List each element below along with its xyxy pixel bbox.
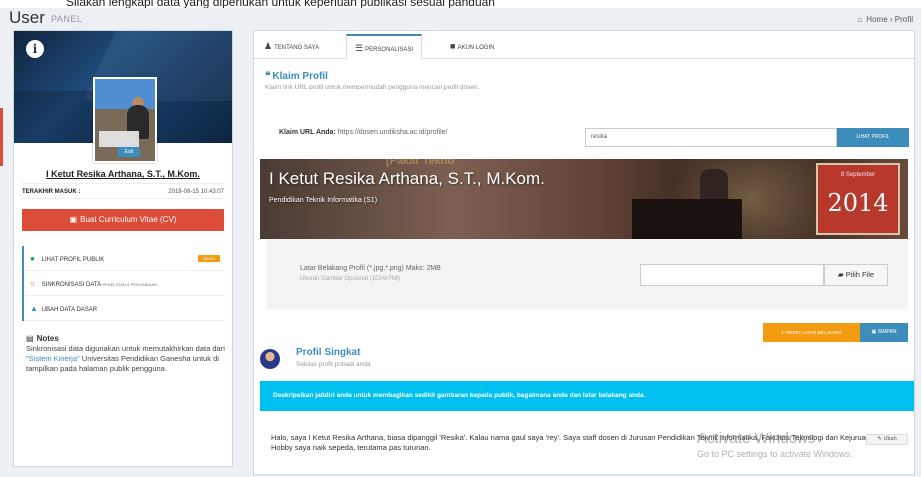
create-cv-label: Buat Curriculum Vitae (CV) [80, 215, 177, 224]
view-profile-button[interactable]: LIHAT PROFIL [837, 128, 909, 147]
file-path-input[interactable] [640, 264, 824, 286]
breadcrumb-home[interactable]: Home [866, 15, 887, 24]
background-upload-box: Latar Belakang Profil (*.jpg,*.png) Maks… [267, 239, 908, 309]
menu-item-edit-basic-data[interactable]: ▲ UBAH DATA DASAR [24, 296, 224, 321]
tab-personalisation[interactable]: ☰ PERSONALISASI [346, 34, 423, 59]
camera-icon: ▣ [69, 215, 78, 224]
last-login-row: TERAKHIR MASUK : 2018-08-15 10:43:07 [22, 183, 224, 199]
claim-url-prefix: https://dosen.undiksha.ac.id/profile/ [337, 129, 448, 136]
save-button[interactable]: ▣ SIMPAN [860, 323, 908, 342]
list-icon: ☰ [355, 43, 364, 53]
tab-bar: ♟ TENTANG SAYA ☰ PERSONALISASI ■ AKUN LOGIN [254, 31, 914, 59]
last-login-value: 2018-08-15 10:43:07 [168, 189, 224, 195]
lock-icon: ■ [450, 41, 456, 51]
top-strip: Silakan lengkapi data yang diperlukan un… [0, 0, 921, 8]
upload-hint: Ukuran Gambar Opsional (1024x768) [300, 276, 401, 282]
refresh-icon: ↻ [781, 330, 785, 335]
banner-signboard: 8 September 2014 [816, 163, 900, 235]
banner-department: Pendidikan Teknik Informatika (S1) [269, 197, 378, 204]
short-profile-title: Profil Singkat [296, 347, 361, 358]
menu-item-label: LIHAT PROFIL PUBLIK [41, 257, 105, 263]
personalisation-panel: ♟ TENTANG SAYA ☰ PERSONALISASI ■ AKUN LOGIN… [253, 30, 915, 475]
sync-icon: ○ [30, 279, 35, 288]
page-title: User [9, 8, 45, 27]
last-login-label: TERAKHIR MASUK : [22, 189, 81, 195]
edit-icon: ✎ [877, 436, 882, 442]
choose-file-button[interactable]: ▰ Pilih File [824, 264, 888, 286]
create-cv-button[interactable]: ▣ Buat Curriculum Vitae (CV) [22, 209, 224, 231]
banner-sign-year: 2014 [827, 189, 889, 217]
tab-login-account[interactable]: ■ AKUN LOGIN [450, 34, 494, 59]
save-label: SIMPAN [877, 329, 897, 335]
banner-background-text: [Pakar Tekno [386, 159, 455, 167]
photo-part [95, 79, 155, 109]
claim-profile-title-text: Klaim Profil [272, 71, 328, 82]
banner-name: I Ketut Resika Arthana, S.T., M.Kom. [269, 169, 545, 188]
page-header: User PANEL ⌂ Home › Profil [0, 8, 921, 30]
claim-url-label-text: Klaim URL Anda: [279, 129, 336, 136]
reset-background-button[interactable]: ↻ RESET LATAR BELAKANG [763, 323, 860, 342]
top-strip-text: Silakan lengkapi data yang diperlukan un… [66, 0, 495, 8]
description-callout: Deskripsikan jatidiri anda untuk membagi… [260, 381, 914, 411]
notes-box: ▤ Notes Sinkronisasi data digunakan untuk… [26, 334, 226, 374]
choose-file-label: Pilih File [845, 270, 875, 279]
page-subtitle: PANEL [51, 14, 83, 24]
quote-icon: ❝ [265, 71, 271, 82]
info-icon[interactable]: i [26, 40, 44, 58]
side-edge-mark [0, 108, 3, 166]
menu-item-label: SINKRONISASI DATA [41, 282, 101, 288]
file-icon: ▤ [26, 334, 34, 343]
claim-profile-subtitle: Klaim link URL profil untuk mempermudah … [265, 84, 480, 91]
folder-icon: ▰ [837, 270, 844, 279]
menu-item-label: UBAH DATA DASAR [41, 307, 98, 313]
reset-background-label: RESET LATAR BELAKANG [786, 330, 842, 335]
banner-sign-date: 8 September [840, 172, 876, 178]
tab-label: TENTANG SAYA [274, 45, 320, 51]
bio-text: Halo, saya I Ketut Resika Arthana, biasa… [271, 433, 908, 452]
dashboard-icon: ⌂ [857, 15, 863, 24]
save-icon: ▣ [871, 329, 877, 335]
photo-part [99, 131, 139, 147]
mini-avatar [260, 349, 280, 369]
breadcrumb: ⌂ Home › Profil [857, 15, 913, 24]
profile-card: i Edit I Ketut Resika Arthana, S.T., M.K… [13, 30, 233, 467]
menu-item-sync-data[interactable]: ○ SINKRONISASI DATA PENELITIAN & PENGABD… [24, 271, 224, 296]
short-profile-subtitle: Sekilas profil pribadi anda. [296, 361, 373, 368]
claim-url-label: Klaim URL Anda: https://dosen.undiksha.a… [279, 129, 447, 136]
claim-url-input[interactable]: resika [585, 128, 837, 147]
edit-bio-button[interactable]: ✎ Ubah [866, 434, 908, 445]
tab-label: AKUN LOGIN [457, 45, 495, 51]
upload-label: Latar Belakang Profil (*.jpg,*.png) Maks… [300, 265, 441, 272]
notes-title: ▤ Notes [26, 334, 226, 344]
profile-menu: ● LIHAT PROFIL PUBLIK BARU ○ SINKRONISAS… [22, 246, 224, 321]
notes-title-text: Notes [36, 334, 59, 343]
edit-photo-label: Edit [124, 149, 134, 155]
edit-photo-button[interactable]: Edit [118, 147, 140, 157]
menu-item-public-profile[interactable]: ● LIHAT PROFIL PUBLIK BARU [24, 246, 224, 271]
claim-profile-title: ❝ Klaim Profil [265, 71, 328, 82]
user-icon: ▲ [30, 304, 38, 313]
banner-podium [632, 199, 742, 239]
menu-item-sublabel: PENELITIAN & PENGABDIAN [102, 282, 157, 287]
profile-background-banner: 8 September 2014 [Pakar Tekno I Ketut Re… [260, 159, 908, 239]
notes-link[interactable]: "Sistem Kinerja" [26, 354, 80, 363]
user-icon: ♟ [264, 41, 273, 51]
breadcrumb-current: Profil [894, 15, 913, 24]
edit-bio-label: Ubah [883, 436, 897, 442]
profile-name[interactable]: I Ketut Resika Arthana, S.T., M.Kom. [14, 169, 232, 179]
new-badge: BARU [198, 255, 220, 262]
notes-text: Sinkronisasi data digunakan untuk memuta… [26, 344, 225, 353]
globe-icon: ● [30, 254, 35, 263]
tab-label: PERSONALISASI [365, 47, 414, 53]
tab-about-me[interactable]: ♟ TENTANG SAYA [264, 34, 319, 59]
